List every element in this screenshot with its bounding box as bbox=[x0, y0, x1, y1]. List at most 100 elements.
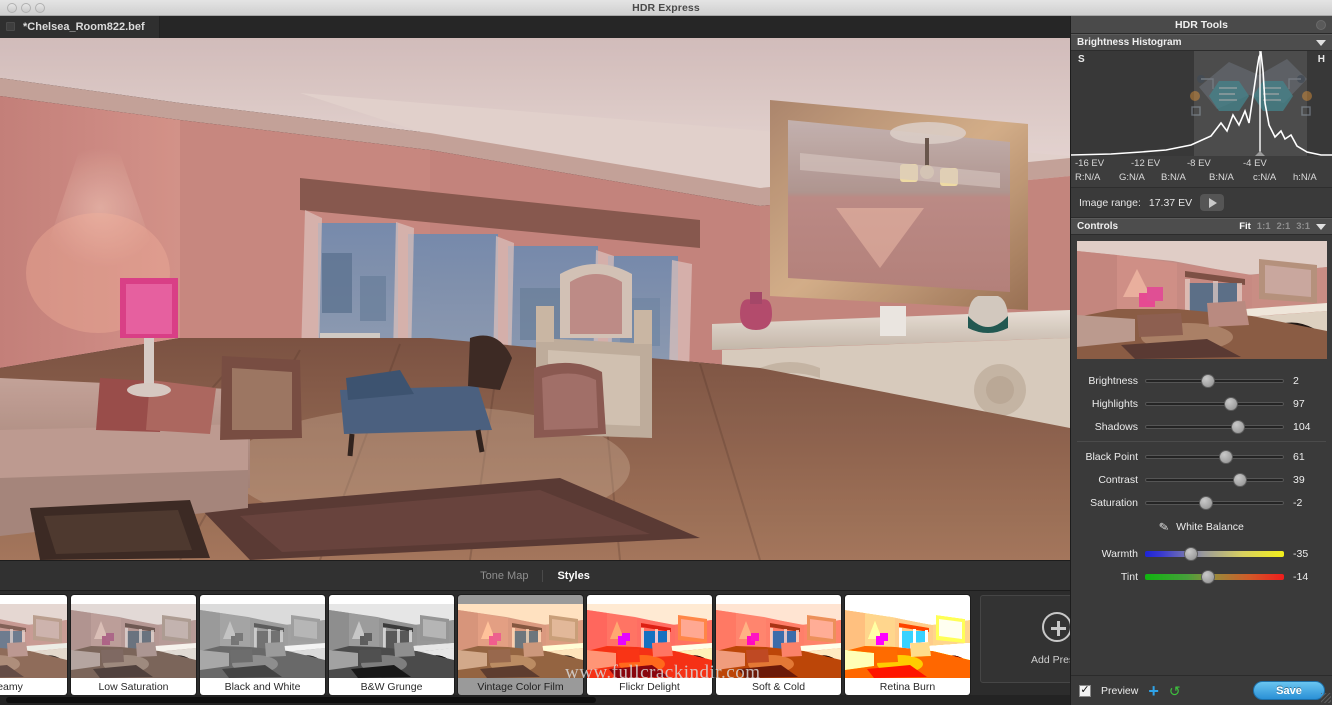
slider-track[interactable] bbox=[1145, 449, 1284, 464]
window-titlebar: HDR Express bbox=[0, 0, 1332, 16]
preset-thumbnail bbox=[587, 604, 712, 678]
preset-item[interactable]: Flickr Delight bbox=[587, 595, 712, 695]
slider-label: Shadows bbox=[1094, 420, 1138, 433]
save-button[interactable]: Save bbox=[1253, 681, 1325, 700]
readout-g: G:N/A bbox=[1119, 172, 1145, 183]
preset-thumbnail bbox=[845, 604, 970, 678]
close-box-icon[interactable] bbox=[6, 22, 15, 31]
readout-b2: B:N/A bbox=[1209, 172, 1234, 183]
slider-track[interactable] bbox=[1145, 569, 1284, 584]
slider-bar bbox=[1145, 424, 1284, 429]
ev-tick-0: -16 EV bbox=[1075, 158, 1105, 169]
panel-close-icon[interactable] bbox=[1316, 20, 1326, 30]
preset-label: Flickr Delight bbox=[619, 680, 680, 693]
app-title: HDR Express bbox=[632, 1, 700, 14]
preset-item[interactable]: Dreamy bbox=[0, 595, 67, 695]
controls-section-header[interactable]: Controls Fit 1:1 2:1 3:1 bbox=[1071, 218, 1332, 235]
slider-knob[interactable] bbox=[1231, 419, 1246, 434]
slider-knob[interactable] bbox=[1183, 546, 1198, 561]
slider-row-black-point: Black Point 61 bbox=[1077, 445, 1326, 468]
plus-circle-icon bbox=[1042, 612, 1070, 642]
slider-track[interactable] bbox=[1145, 546, 1284, 561]
add-preset-button[interactable]: Add Preset bbox=[980, 595, 1070, 683]
zoom-option-2-1[interactable]: 2:1 bbox=[1277, 221, 1291, 232]
slider-value: -2 bbox=[1293, 496, 1303, 509]
preset-item[interactable]: Vintage Color Film bbox=[458, 595, 583, 695]
slider-bar bbox=[1145, 500, 1284, 505]
slider-value: 61 bbox=[1293, 450, 1305, 463]
preset-item[interactable]: Retina Burn bbox=[845, 595, 970, 695]
preview-thumbnail-wrap bbox=[1071, 235, 1332, 365]
document-tab[interactable]: *Chelsea_Room822.bef bbox=[0, 15, 160, 38]
checkbox-checked-icon[interactable]: ✓ bbox=[1079, 684, 1091, 697]
slider-knob[interactable] bbox=[1218, 449, 1233, 464]
preset-item[interactable]: Low Saturation bbox=[71, 595, 196, 695]
slider-knob[interactable] bbox=[1232, 472, 1247, 487]
caret-down-icon[interactable] bbox=[1316, 39, 1326, 46]
hdr-express-window: HDR Express *Chelsea_Room822.bef Tone Ma… bbox=[0, 0, 1332, 705]
histogram-section-header[interactable]: Brightness Histogram bbox=[1071, 34, 1332, 51]
preset-strip[interactable]: Dreamy Low Saturation bbox=[0, 590, 1070, 705]
slider-label: Saturation bbox=[1090, 496, 1138, 509]
slider-knob[interactable] bbox=[1199, 495, 1214, 510]
tab-tone-map[interactable]: Tone Map bbox=[466, 570, 542, 582]
preset-item[interactable]: Soft & Cold bbox=[716, 595, 841, 695]
histogram-readouts: R:N/A G:N/A B:N/A B:N/A c:N/A h:N/A bbox=[1071, 170, 1332, 188]
slider-bar bbox=[1145, 401, 1284, 406]
eyedropper-icon[interactable]: ✎ bbox=[1158, 519, 1170, 535]
slider-value: -35 bbox=[1293, 547, 1309, 560]
preview-thumbnail[interactable] bbox=[1077, 241, 1327, 359]
mode-tabs: Tone Map Styles bbox=[0, 560, 1070, 590]
slider-row-contrast: Contrast 39 bbox=[1077, 468, 1326, 491]
image-range-row: Image range: 17.37 EV bbox=[1071, 188, 1332, 218]
slider-track[interactable] bbox=[1145, 373, 1284, 388]
play-triangle-icon[interactable] bbox=[1200, 194, 1225, 211]
preset-label: Vintage Color Film bbox=[477, 680, 564, 693]
preset-label: Dreamy bbox=[0, 680, 23, 693]
ev-tick-3: -4 EV bbox=[1243, 158, 1267, 169]
brightness-histogram[interactable]: S H bbox=[1071, 51, 1332, 156]
image-range-label: Image range: bbox=[1079, 196, 1141, 209]
preset-scrollbar[interactable] bbox=[0, 695, 1070, 705]
preset-item[interactable]: B&W Grunge bbox=[329, 595, 454, 695]
slider-track[interactable] bbox=[1145, 472, 1284, 487]
slider-knob[interactable] bbox=[1224, 396, 1239, 411]
preset-label: Low Saturation bbox=[98, 680, 169, 693]
tab-styles[interactable]: Styles bbox=[542, 569, 603, 582]
readout-h: h:N/A bbox=[1293, 172, 1317, 183]
histogram-ev-ticks: -16 EV -12 EV -8 EV -4 EV bbox=[1071, 156, 1332, 170]
slider-value: 39 bbox=[1293, 473, 1305, 486]
preset-item[interactable]: Black and White bbox=[200, 595, 325, 695]
ev-tick-2: -8 EV bbox=[1187, 158, 1211, 169]
zoom-option-3-1[interactable]: 3:1 bbox=[1296, 221, 1310, 232]
image-canvas[interactable] bbox=[0, 38, 1070, 560]
document-tabbar: *Chelsea_Room822.bef bbox=[0, 15, 1070, 38]
slider-track[interactable] bbox=[1145, 495, 1284, 510]
resize-grip-icon[interactable] bbox=[1321, 693, 1331, 703]
slider-knob[interactable] bbox=[1200, 569, 1215, 584]
preset-label: Retina Burn bbox=[879, 680, 936, 693]
panel-title-bar: HDR Tools bbox=[1071, 16, 1332, 34]
slider-value: -14 bbox=[1293, 570, 1309, 583]
panel-title: HDR Tools bbox=[1175, 18, 1228, 31]
slider-label: Tint bbox=[1120, 570, 1138, 583]
plus-icon[interactable]: + bbox=[1148, 682, 1159, 700]
slider-group-divider bbox=[1077, 441, 1326, 442]
slider-track[interactable] bbox=[1145, 396, 1284, 411]
preset-scrollbar-thumb[interactable] bbox=[6, 697, 596, 703]
slider-row-warmth: Warmth -35 bbox=[1077, 542, 1326, 565]
caret-down-icon[interactable] bbox=[1316, 223, 1326, 230]
zoom-option-fit[interactable]: Fit bbox=[1239, 221, 1251, 232]
slider-knob[interactable] bbox=[1200, 373, 1215, 388]
slider-label: Contrast bbox=[1098, 473, 1138, 486]
edited-photo bbox=[0, 38, 1070, 560]
slider-row-brightness: Brightness 2 bbox=[1077, 369, 1326, 392]
slider-label: Warmth bbox=[1101, 547, 1138, 560]
zoom-option-1-1[interactable]: 1:1 bbox=[1257, 221, 1271, 232]
preset-label: Black and White bbox=[224, 680, 301, 693]
ev-tick-1: -12 EV bbox=[1131, 158, 1161, 169]
slider-bar bbox=[1145, 454, 1284, 459]
refresh-icon[interactable]: ↺ bbox=[1169, 684, 1181, 698]
slider-track[interactable] bbox=[1145, 419, 1284, 434]
slider-row-shadows: Shadows 104 bbox=[1077, 415, 1326, 438]
